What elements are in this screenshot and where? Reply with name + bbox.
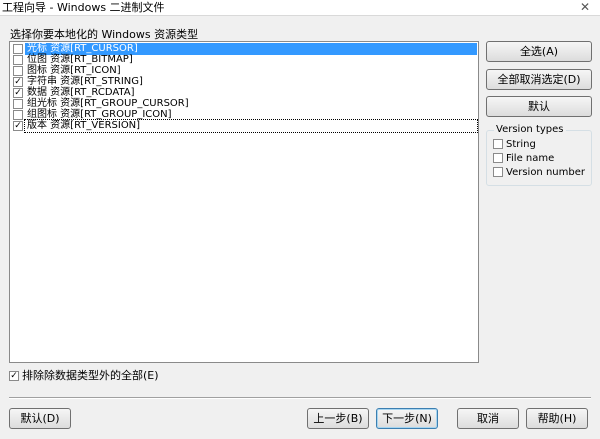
list-item-checkbox[interactable] [13, 99, 23, 109]
deselect-all-button[interactable]: 全部取消选定(D) [486, 69, 592, 90]
list-item-checkbox[interactable] [13, 44, 23, 54]
exclude-non-data-label: 排除除数据类型外的全部(E) [22, 369, 159, 382]
checkbox-box[interactable] [493, 139, 503, 149]
close-icon[interactable]: ✕ [580, 0, 590, 14]
version-number-checkbox[interactable]: Version number [493, 167, 585, 179]
title-bar: 工程向导 - Windows 二进制文件 ✕ [0, 0, 600, 16]
checkbox-box[interactable] [493, 167, 503, 177]
select-all-button[interactable]: 全选(A) [486, 41, 592, 62]
file-name-checkbox[interactable]: File name [493, 153, 554, 165]
default-selection-button[interactable]: 默认 [486, 96, 592, 117]
list-item-checkbox[interactable] [13, 55, 23, 65]
file-name-checkbox-label: File name [506, 153, 555, 164]
checkbox-box[interactable] [493, 153, 503, 163]
list-item-checkbox[interactable]: ✓ [13, 77, 23, 87]
exclude-non-data-checkbox[interactable]: ✓ 排除除数据类型外的全部(E) [9, 370, 159, 382]
list-item-checkbox[interactable] [13, 110, 23, 120]
version-number-checkbox-label: Version number [506, 167, 585, 178]
list-item-checkbox[interactable] [13, 66, 23, 76]
list-item[interactable]: ✓ 版本 资源[RT_VERSION] [11, 119, 478, 133]
checkbox-box[interactable]: ✓ [9, 371, 19, 381]
list-item-label: 版本 资源[RT_VERSION] [24, 119, 478, 133]
resource-type-list[interactable]: 光标 资源[RT_CURSOR] 位图 资源[RT_BITMAP] 图标 资源[… [9, 41, 479, 363]
list-item-checkbox[interactable]: ✓ [13, 121, 23, 131]
window-title: 工程向导 - Windows 二进制文件 [2, 1, 165, 14]
version-types-legend: Version types [494, 124, 566, 136]
divider [9, 397, 591, 399]
instruction-label: 选择你要本地化的 Windows 资源类型 [10, 28, 199, 41]
string-checkbox-label: String [506, 139, 536, 150]
next-button[interactable]: 下一步(N) [376, 408, 438, 429]
string-checkbox[interactable]: String [493, 139, 536, 151]
help-button[interactable]: 帮助(H) [526, 408, 588, 429]
cancel-button[interactable]: 取消 [457, 408, 519, 429]
back-button[interactable]: 上一步(B) [307, 408, 369, 429]
list-item-checkbox[interactable]: ✓ [13, 88, 23, 98]
default-button[interactable]: 默认(D) [9, 408, 71, 429]
